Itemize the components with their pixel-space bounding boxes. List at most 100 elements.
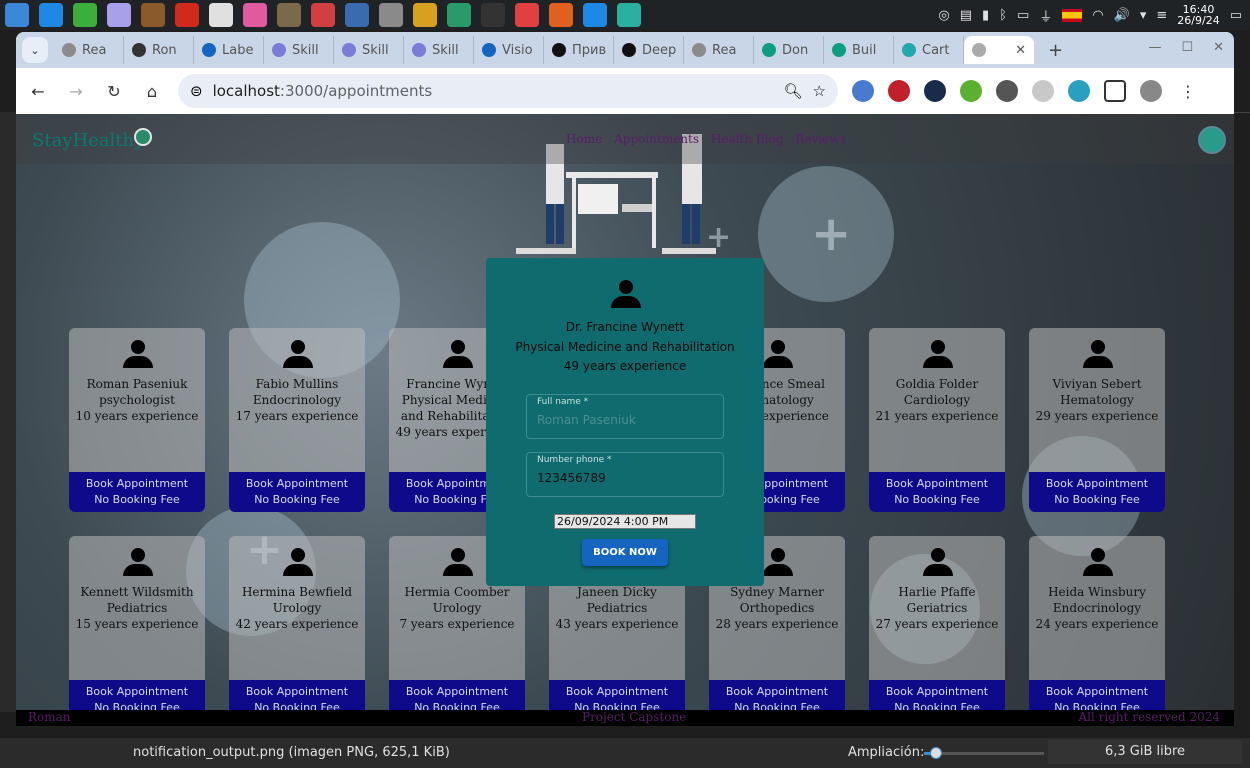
browser-tab[interactable]: Ron [124, 36, 194, 64]
blocker-extension-icon[interactable] [888, 80, 910, 102]
minecraft-icon[interactable] [141, 3, 165, 27]
battery-icon[interactable]: ▮ [982, 8, 989, 23]
round-app-icon[interactable] [345, 3, 369, 27]
keyboard-layout-flag-icon[interactable] [1062, 8, 1083, 22]
dots-extension-icon[interactable] [996, 80, 1018, 102]
zoom-slider[interactable] [924, 747, 1044, 759]
nav-link[interactable]: Appointments [614, 132, 699, 146]
nav-link[interactable]: Health Blog [711, 132, 784, 146]
appointment-datetime-input[interactable]: 26/09/2024 4:00 PM [554, 514, 696, 529]
site-brand[interactable]: StayHealthy [32, 130, 144, 151]
usb-icon[interactable]: ⏚ [1039, 6, 1052, 25]
blender-icon[interactable] [107, 3, 131, 27]
maximize-icon[interactable]: ☐ [1181, 40, 1193, 55]
full-name-field[interactable]: Full name * Roman Paseniuk [526, 394, 724, 439]
phone-number-value: 123456789 [537, 471, 606, 485]
browser-tab[interactable]: Rea [54, 36, 124, 64]
close-window-icon[interactable]: ✕ [1213, 40, 1224, 55]
bluetooth-icon[interactable]: ᛒ [999, 8, 1007, 23]
address-bar[interactable]: ⊜ localhost:3000/appointments 🔍︎ ☆ [178, 74, 838, 108]
chrome-like-icon[interactable] [209, 3, 233, 27]
bookmark-star-icon[interactable]: ☆ [813, 82, 826, 100]
activity-icon[interactable]: ◎ [938, 8, 949, 23]
wifi-icon[interactable]: ◠ [1092, 8, 1103, 23]
book-appointment-button[interactable]: Book Appointment No Booking Fee [229, 472, 365, 512]
terminal-icon[interactable] [481, 3, 505, 27]
mongodb-icon[interactable] [73, 3, 97, 27]
color-wheel-icon[interactable] [413, 3, 437, 27]
browser-tab[interactable]: Deep [614, 36, 684, 64]
hex-extension-icon[interactable] [924, 80, 946, 102]
book-now-button[interactable]: BOOK NOW [582, 539, 668, 566]
volume-icon[interactable]: 🔊 [1114, 8, 1130, 23]
clipboard-icon[interactable]: ▤ [960, 8, 972, 23]
browser-tab[interactable]: Прив [544, 36, 614, 64]
doctor-name: Sydney Marner [730, 585, 824, 599]
forward-icon[interactable]: → [64, 79, 88, 103]
browser-tab[interactable]: Skill [264, 36, 334, 64]
browser-tab[interactable]: Labe [194, 36, 264, 64]
doctor-avatar-icon [763, 548, 793, 578]
browser-tab[interactable]: Skill [334, 36, 404, 64]
lnav-icon[interactable] [175, 3, 199, 27]
reload-icon[interactable]: ↻ [102, 79, 126, 103]
play-extension-icon[interactable] [960, 80, 982, 102]
phone-number-field[interactable]: Number phone * 123456789 [526, 452, 724, 497]
tab-active[interactable]: ✕ [964, 36, 1034, 64]
tab-favicon-icon [202, 43, 216, 57]
chrome-icon[interactable] [515, 3, 539, 27]
doctor-experience: 43 years experience [555, 617, 679, 631]
stethoscope-logo-icon [134, 128, 152, 146]
app-launcher-icon[interactable] [5, 3, 29, 27]
notes-icon[interactable]: ≡ [1156, 8, 1167, 23]
browser-tab[interactable]: Rea [684, 36, 754, 64]
tab-label: Skill [292, 42, 319, 58]
book-appointment-button[interactable]: Book Appointment No Booking Fee [869, 472, 1005, 512]
close-tab-icon[interactable]: ✕ [1015, 43, 1026, 58]
browser-tab[interactable]: Don [754, 36, 824, 64]
extensions-puzzle-icon[interactable] [1104, 80, 1126, 102]
file-manager-icon[interactable] [379, 3, 403, 27]
gallery-icon[interactable] [311, 3, 335, 27]
show-desktop-icon[interactable]: ▭ [1230, 8, 1242, 23]
tab-label: Ron [152, 42, 177, 58]
nav-link[interactable]: Reviews [796, 132, 846, 146]
colorful-app-icon[interactable] [243, 3, 267, 27]
tab-search-button[interactable]: ⌄ [22, 37, 48, 63]
minimize-icon[interactable]: — [1148, 40, 1161, 55]
translate-extension-icon[interactable] [852, 80, 874, 102]
doctor-info: Heida Winsbury Endocrinology 24 years expe… [1029, 584, 1165, 632]
tray-expand-icon[interactable]: ▾ [1140, 8, 1147, 23]
browser-menu-icon[interactable]: ⋮ [1176, 79, 1200, 103]
browser-tab[interactable]: Buil [824, 36, 894, 64]
home-icon[interactable]: ⌂ [140, 79, 164, 103]
back-icon[interactable]: ← [26, 79, 50, 103]
android-studio-icon[interactable] [447, 3, 471, 27]
book-appointment-button[interactable]: Book Appointment No Booking Fee [69, 472, 205, 512]
profile-avatar[interactable] [1140, 80, 1162, 102]
browser-tab[interactable]: Visio [474, 36, 544, 64]
doctor-speciality: Orthopedics [739, 601, 815, 615]
footer-author: Roman [28, 710, 71, 724]
clock[interactable]: 16:40 26/9/24 [1177, 4, 1219, 26]
zoom-icon[interactable]: 🔍︎ [784, 82, 803, 100]
book-appointment-button[interactable]: Book Appointment No Booking Fee [1029, 472, 1165, 512]
vscode-icon-2[interactable] [583, 3, 607, 27]
screenshot-extension-icon[interactable] [1032, 80, 1054, 102]
user-avatar[interactable] [1198, 126, 1226, 154]
gimp-icon[interactable] [277, 3, 301, 27]
firefox-icon[interactable] [549, 3, 573, 27]
tab-favicon-icon [692, 43, 706, 57]
color-extension-icon[interactable] [1068, 80, 1090, 102]
zoom-slider-knob[interactable] [930, 747, 942, 759]
footer-copyright: All right reserved 2024 [1078, 710, 1220, 724]
electron-icon[interactable] [617, 3, 641, 27]
site-info-icon[interactable]: ⊜ [190, 82, 203, 100]
browser-tab[interactable]: Skill [404, 36, 474, 64]
new-tab-button[interactable]: + [1048, 40, 1063, 61]
browser-tab[interactable]: Cart [894, 36, 964, 64]
doctor-avatar-icon [443, 548, 473, 578]
vscode-icon[interactable] [39, 3, 63, 27]
nav-link[interactable]: Home [566, 132, 602, 146]
display-icon[interactable]: ▭ [1017, 8, 1029, 23]
